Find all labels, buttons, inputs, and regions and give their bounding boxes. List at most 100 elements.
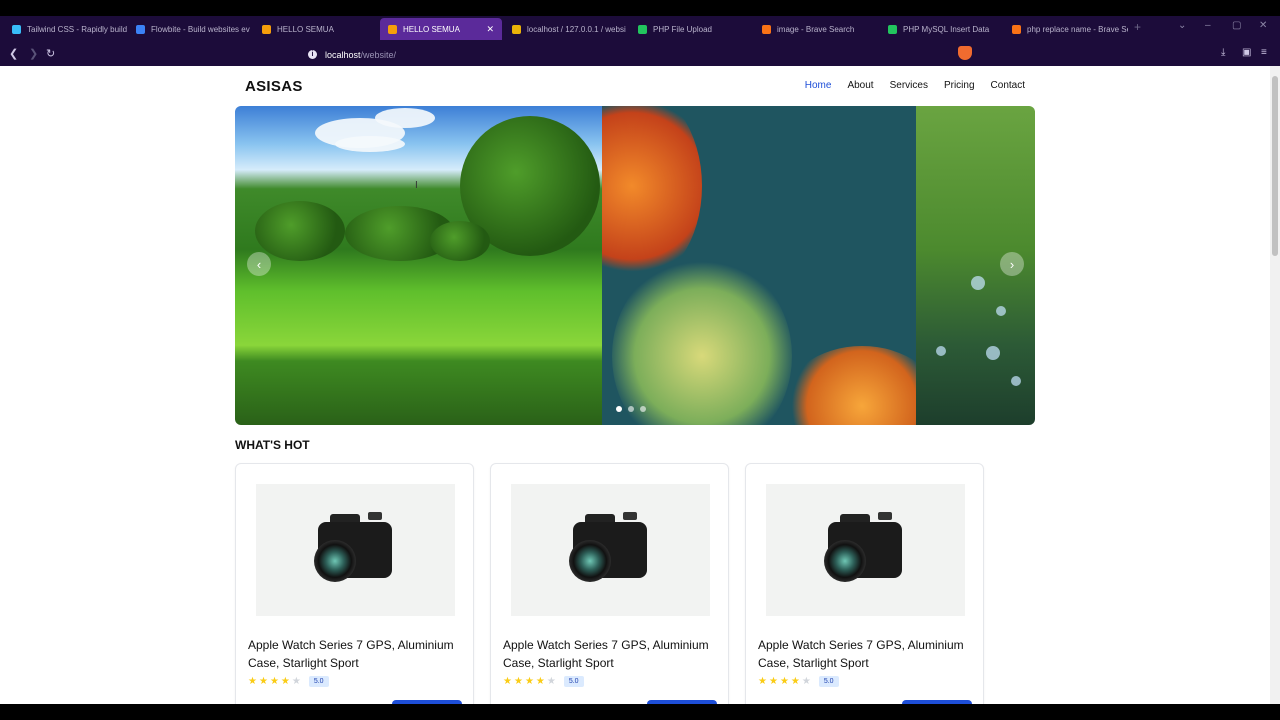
reload-icon[interactable]: ↻ xyxy=(46,47,55,60)
nav-home-link[interactable]: Home xyxy=(805,80,832,91)
nav-pricing-link[interactable]: Pricing xyxy=(944,80,975,91)
url-host: localhost xyxy=(325,50,361,60)
tab-4[interactable]: localhost / 127.0.0.1 / websi xyxy=(504,18,628,40)
nav-about-link[interactable]: About xyxy=(847,80,873,91)
product-title[interactable]: Apple Watch Series 7 GPS, Aluminium Case… xyxy=(503,636,718,672)
flowbite-icon xyxy=(136,24,145,34)
maximize-icon[interactable]: ▢ xyxy=(1232,20,1241,31)
product-card[interactable]: Apple Watch Series 7 GPS, Aluminium Case… xyxy=(745,463,984,720)
site-navbar: ASISAS Home About Services Pricing Conta… xyxy=(235,66,1035,106)
carousel-dot-3[interactable] xyxy=(640,406,646,412)
page-icon xyxy=(388,24,397,34)
star-icon: ★ xyxy=(503,676,512,687)
tab-label: Flowbite - Build websites ev xyxy=(151,24,250,34)
section-title: WHAT'S HOT xyxy=(235,438,310,452)
star-icon: ★ xyxy=(790,676,800,687)
carousel-dot-2[interactable] xyxy=(628,406,634,412)
star-icon: ★ xyxy=(758,676,767,687)
star-icon: ★ xyxy=(535,676,545,687)
tab-1[interactable]: Flowbite - Build websites ev xyxy=(128,18,252,40)
brave-search-icon xyxy=(1012,24,1021,34)
tab-7[interactable]: PHP MySQL Insert Data xyxy=(880,18,1004,40)
product-rating: ★ ★ ★ ★ ★ 5.0 xyxy=(503,676,584,687)
star-icon: ★ xyxy=(513,676,523,687)
camera-product-image[interactable] xyxy=(256,484,455,616)
menu-icon[interactable]: ≡ xyxy=(1261,47,1267,58)
tab-0[interactable]: Tailwind CSS - Rapidly build xyxy=(4,18,128,40)
tab-5[interactable]: PHP File Upload xyxy=(630,18,754,40)
screen-top-border xyxy=(0,0,1280,16)
product-title[interactable]: Apple Watch Series 7 GPS, Aluminium Case… xyxy=(248,636,463,672)
abstract-slide-image xyxy=(602,106,916,425)
tab-label: image - Brave Search xyxy=(777,24,855,34)
close-window-icon[interactable]: ✕ xyxy=(1259,20,1267,31)
nav-menu: Home About Services Pricing Contact xyxy=(805,80,1025,91)
star-icon: ★ xyxy=(258,676,268,687)
tab-label: php replace name - Brave Se xyxy=(1027,24,1128,34)
tab-8[interactable]: php replace name - Brave Se xyxy=(1004,18,1128,40)
product-rating: ★ ★ ★ ★ ★ 5.0 xyxy=(758,676,839,687)
tailwind-icon xyxy=(12,24,21,34)
tab-label: HELLO SEMUA xyxy=(277,24,334,34)
tab-label: PHP File Upload xyxy=(653,24,712,34)
tab-list-chevron-icon[interactable]: ⌄ xyxy=(1178,20,1186,31)
hero-carousel: I ‹ › xyxy=(235,106,1035,425)
new-tab-icon[interactable]: + xyxy=(1134,20,1141,34)
tab-6[interactable]: image - Brave Search xyxy=(754,18,878,40)
carousel-prev-button[interactable]: ‹ xyxy=(247,252,271,276)
url-field[interactable]: i localhost/website/ xyxy=(300,45,980,63)
brave-shield-icon[interactable] xyxy=(958,46,972,60)
tab-label: PHP MySQL Insert Data xyxy=(903,24,990,34)
product-card[interactable]: Apple Watch Series 7 GPS, Aluminium Case… xyxy=(235,463,474,720)
rating-badge: 5.0 xyxy=(308,676,329,687)
tab-label: HELLO SEMUA xyxy=(403,24,460,34)
product-card-list: Apple Watch Series 7 GPS, Aluminium Case… xyxy=(235,463,984,720)
tab-label: localhost / 127.0.0.1 / websi xyxy=(527,24,626,34)
tab-2[interactable]: HELLO SEMUA xyxy=(254,18,378,40)
star-empty-icon: ★ xyxy=(801,676,811,687)
back-icon[interactable]: ❮ xyxy=(9,47,18,60)
carousel-dot-1[interactable] xyxy=(616,406,622,412)
screen-bottom-border xyxy=(0,704,1280,720)
carousel-indicators xyxy=(616,406,646,412)
site-logo[interactable]: ASISAS xyxy=(245,78,303,95)
star-icon: ★ xyxy=(779,676,789,687)
brave-search-icon xyxy=(762,24,771,34)
site-info-icon[interactable]: i xyxy=(308,49,317,59)
url-path: /website/ xyxy=(360,50,397,60)
phpmyadmin-icon xyxy=(512,24,521,34)
address-bar: ❮ ❯ ↻ i localhost/website/ ⤓ ▣ ≡ xyxy=(0,42,1280,66)
web-page: ASISAS Home About Services Pricing Conta… xyxy=(0,66,1270,720)
star-icon: ★ xyxy=(524,676,534,687)
nav-contact-link[interactable]: Contact xyxy=(991,80,1025,91)
camera-product-image[interactable] xyxy=(766,484,965,616)
w3schools-icon xyxy=(888,24,897,34)
carousel-next-button[interactable]: › xyxy=(1000,252,1024,276)
tab-label: Tailwind CSS - Rapidly build xyxy=(27,24,128,34)
tab-bar: Tailwind CSS - Rapidly build Flowbite - … xyxy=(0,16,1280,42)
tab-3-active[interactable]: HELLO SEMUA ✕ xyxy=(380,18,502,40)
camera-product-image[interactable] xyxy=(511,484,710,616)
rating-badge: 5.0 xyxy=(563,676,584,687)
nav-services-link[interactable]: Services xyxy=(890,80,928,91)
rating-badge: 5.0 xyxy=(818,676,839,687)
star-icon: ★ xyxy=(269,676,279,687)
wallet-icon[interactable]: ▣ xyxy=(1242,47,1251,58)
landscape-slide-image xyxy=(235,106,602,425)
text-cursor-icon: I xyxy=(415,180,418,191)
minimize-icon[interactable]: – xyxy=(1205,20,1211,31)
page-scrollbar[interactable] xyxy=(1270,66,1280,704)
scrollbar-thumb[interactable] xyxy=(1272,76,1278,256)
star-empty-icon: ★ xyxy=(291,676,301,687)
page-icon xyxy=(262,24,271,34)
product-title[interactable]: Apple Watch Series 7 GPS, Aluminium Case… xyxy=(758,636,973,672)
star-icon: ★ xyxy=(248,676,257,687)
star-icon: ★ xyxy=(280,676,290,687)
forward-icon[interactable]: ❯ xyxy=(29,47,38,60)
product-card[interactable]: Apple Watch Series 7 GPS, Aluminium Case… xyxy=(490,463,729,720)
close-tab-icon[interactable]: ✕ xyxy=(486,24,494,35)
download-icon[interactable]: ⤓ xyxy=(1221,47,1225,58)
star-empty-icon: ★ xyxy=(546,676,556,687)
product-rating: ★ ★ ★ ★ ★ 5.0 xyxy=(248,676,329,687)
star-icon: ★ xyxy=(768,676,778,687)
